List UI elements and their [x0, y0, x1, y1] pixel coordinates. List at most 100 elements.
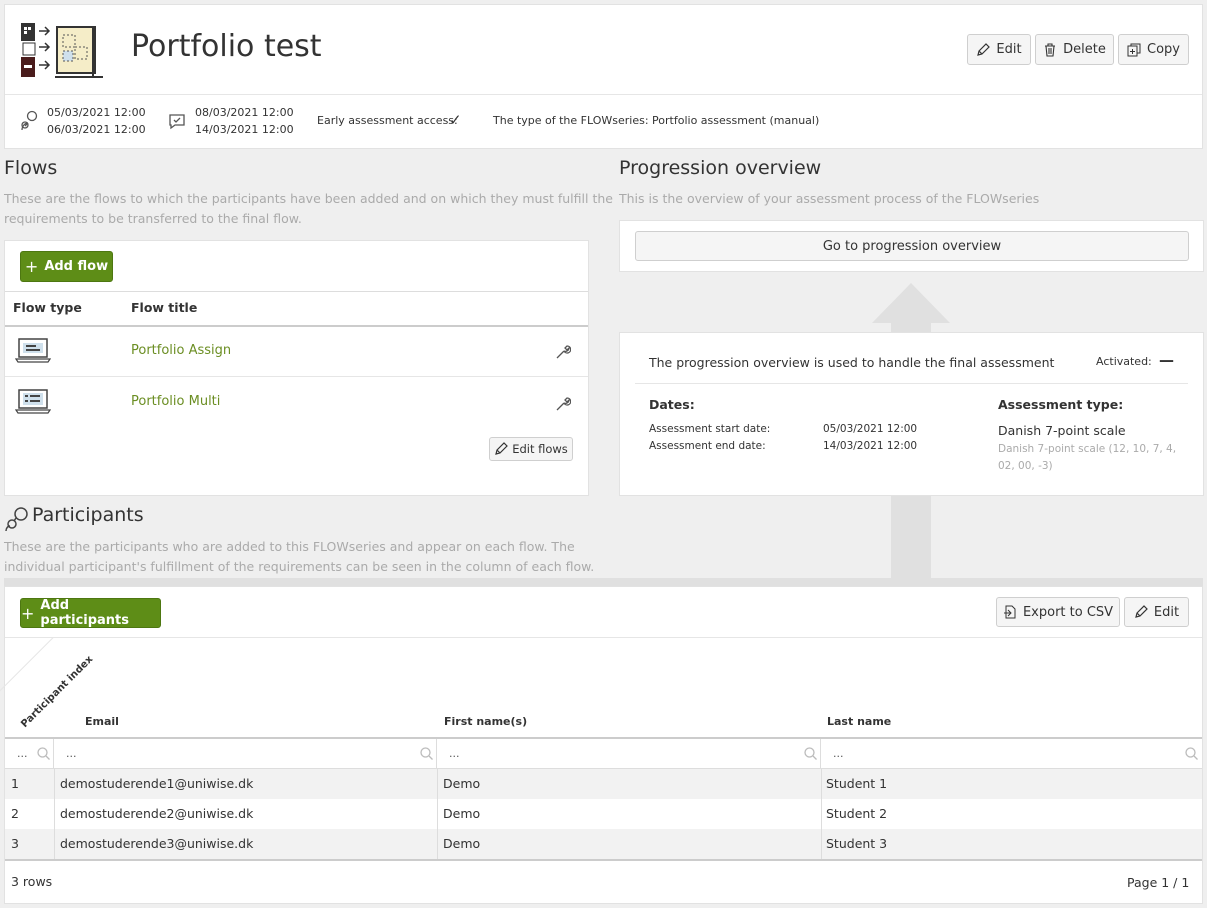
col-participant-index: Participant index: [19, 653, 96, 730]
flows-subtitle-line1: These are the flows to which the partici…: [4, 191, 613, 206]
progression-arrow-shape: [872, 283, 950, 323]
assessment-type-detail-line2: 02, 00, -3): [998, 460, 1053, 472]
col-first-name: First name(s): [444, 715, 528, 728]
goto-progression-button[interactable]: Go to progression overview: [635, 231, 1189, 261]
flows-header-divider: [5, 325, 588, 327]
table-row[interactable]: 2 demostuderende2@uniwise.dk Demo Studen…: [5, 799, 1202, 829]
assessment-start-value: 05/03/2021 12:00: [823, 423, 918, 435]
filter-first-name[interactable]: ...: [437, 739, 821, 769]
export-csv-button[interactable]: Export to CSV: [996, 597, 1120, 627]
cell-first-name: Demo: [443, 776, 481, 791]
cell-last-name: Student 2: [826, 806, 888, 821]
feedback-end-date: 14/03/2021 12:00: [195, 123, 294, 136]
col-separator: [54, 769, 55, 859]
page-info: Page 1 / 1: [1127, 875, 1190, 890]
participants-icon: [4, 506, 30, 532]
table-bottom-border: [5, 859, 1202, 861]
participants-title: Participants: [32, 504, 144, 526]
cell-index: 1: [11, 776, 19, 791]
cell-first-name: Demo: [443, 836, 481, 851]
flows-card: + Add flow Flow type Flow title Portfoli…: [4, 240, 589, 496]
cell-last-name: Student 3: [826, 836, 888, 851]
participants-edit-button[interactable]: Edit: [1124, 597, 1189, 627]
goto-progression-label: Go to progression overview: [822, 238, 1002, 254]
export-csv-label: Export to CSV: [1022, 604, 1114, 620]
feedback-icon: [167, 111, 187, 131]
participant-end-date: 06/03/2021 12:00: [47, 123, 146, 136]
header-divider: [5, 94, 1202, 95]
col-last-name: Last name: [827, 715, 892, 728]
col-separator: [437, 769, 438, 859]
flowseries-type-label: The type of the FLOWseries: Portfolio as…: [493, 114, 820, 127]
dates-title: Dates:: [649, 397, 695, 412]
filter-email[interactable]: ...: [54, 739, 437, 769]
flow-link-portfolio-multi[interactable]: Portfolio Multi: [131, 394, 220, 409]
cell-index: 3: [11, 836, 19, 851]
table-row[interactable]: 3 demostuderende3@uniwise.dk Demo Studen…: [5, 829, 1202, 859]
cell-last-name: Student 1: [826, 776, 888, 791]
progression-title: Progression overview: [619, 157, 822, 179]
cell-email: demostuderende2@uniwise.dk: [60, 806, 254, 821]
table-row[interactable]: 1 demostuderende1@uniwise.dk Demo Studen…: [5, 769, 1202, 799]
flows-subtitle-line2: requirements to be transferred to the fi…: [4, 211, 302, 226]
edit-button[interactable]: Edit: [967, 34, 1031, 65]
cell-email: demostuderende1@uniwise.dk: [60, 776, 254, 791]
edit-button-label: Edit: [996, 42, 1022, 57]
assessment-end-label: Assessment end date:: [649, 440, 766, 452]
activated-dash-icon: —: [1159, 351, 1174, 369]
filter-email-input: ...: [66, 747, 77, 760]
flow-link-portfolio-assign[interactable]: Portfolio Assign: [131, 343, 231, 358]
search-icon: [37, 747, 50, 760]
wrench-icon[interactable]: [555, 396, 572, 412]
cell-email: demostuderende3@uniwise.dk: [60, 836, 254, 851]
pencil-icon: [495, 442, 509, 455]
search-icon: [420, 747, 433, 760]
participants-card: + Add participants Export to CSV Edit Pa…: [0, 586, 1203, 904]
copy-icon: [1127, 43, 1141, 56]
add-flow-label: Add flow: [44, 259, 109, 274]
flows-col-title: Flow title: [131, 300, 198, 315]
index-header-diagonal: [0, 637, 54, 726]
progression-info-divider: [635, 383, 1188, 384]
flows-col-type: Flow type: [13, 300, 82, 315]
plus-icon: +: [21, 603, 35, 623]
flows-title: Flows: [4, 157, 58, 179]
participants-toolbar-divider: [5, 637, 1202, 638]
header-card: Portfolio test Edit Delete Copy 05/03/20…: [4, 4, 1203, 149]
row-count: 3 rows: [11, 874, 53, 889]
add-participants-button[interactable]: + Add participants: [20, 598, 161, 628]
filter-first-name-input: ...: [449, 747, 460, 760]
filter-index[interactable]: ...: [5, 739, 54, 769]
plus-icon: +: [24, 257, 39, 276]
col-separator: [821, 769, 822, 859]
trash-icon: [1045, 42, 1056, 57]
export-icon: [1003, 605, 1016, 619]
early-access-label: Early assessment access:: [317, 114, 458, 127]
goto-progression-card: Go to progression overview: [619, 220, 1204, 272]
progression-info-card: The progression overview is used to hand…: [619, 332, 1204, 496]
add-participants-label: Add participants: [40, 598, 130, 628]
wrench-icon[interactable]: [555, 344, 572, 360]
flows-divider: [5, 291, 588, 292]
participants-edit-label: Edit: [1153, 604, 1180, 620]
cell-index: 2: [11, 806, 19, 821]
flowseries-portfolio-icon: [19, 21, 105, 81]
cell-first-name: Demo: [443, 806, 481, 821]
participants-subtitle-line2: individual participant's fulfillment of …: [4, 559, 595, 574]
progression-info-text: The progression overview is used to hand…: [649, 355, 1055, 370]
assessment-type-title: Assessment type:: [998, 397, 1124, 412]
delete-button[interactable]: Delete: [1035, 34, 1114, 65]
laptop-icon: [14, 337, 52, 363]
assessment-type-value: Danish 7-point scale: [998, 423, 1126, 438]
activated-label: Activated:: [1096, 355, 1152, 368]
pencil-icon: [1135, 605, 1148, 618]
assessment-end-value: 14/03/2021 12:00: [823, 440, 918, 452]
edit-flows-button[interactable]: Edit flows: [489, 437, 573, 461]
search-icon: [804, 747, 817, 760]
copy-button[interactable]: Copy: [1118, 34, 1189, 65]
progression-subtitle: This is the overview of your assessment …: [619, 191, 1040, 206]
filter-last-name[interactable]: ...: [821, 739, 1202, 769]
feedback-start-date: 08/03/2021 12:00: [195, 106, 294, 119]
add-flow-button[interactable]: + Add flow: [20, 251, 113, 282]
delete-button-label: Delete: [1063, 42, 1106, 57]
